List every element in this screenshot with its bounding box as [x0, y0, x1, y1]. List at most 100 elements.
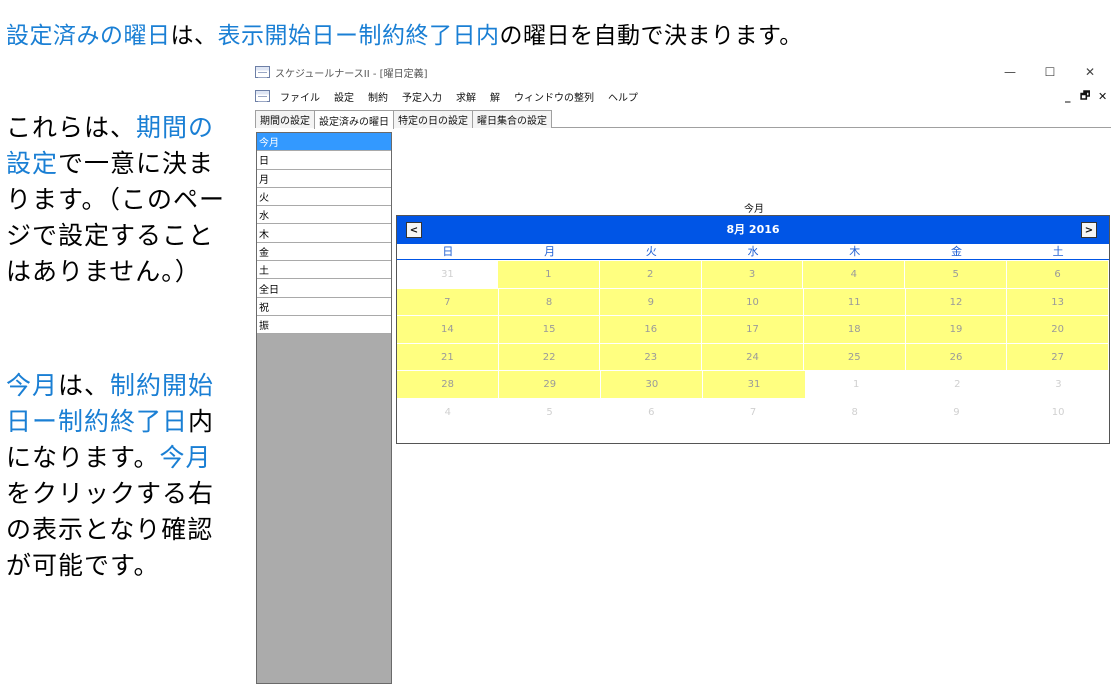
tab-3[interactable]: 特定の日の設定 [393, 110, 473, 128]
calendar-day-cell[interactable]: 17 [702, 316, 804, 344]
tab-bar: 期間の設定 設定済みの曜日 特定の日の設定 曜日集合の設定 [255, 110, 1111, 129]
maximize-button[interactable]: ☐ [1030, 61, 1070, 83]
calendar-day-cell[interactable]: 8 [498, 288, 601, 317]
calendar-day-cell[interactable]: 26 [905, 343, 1008, 372]
calendar-day-cell[interactable]: 5 [905, 261, 1008, 289]
calendar-day-cell[interactable]: 20 [1007, 316, 1110, 344]
calendar-day-cell[interactable]: 10 [702, 288, 804, 317]
calendar-day-cell[interactable]: 21 [397, 343, 499, 372]
app-icon [255, 66, 270, 78]
calendar-day-cell[interactable]: 1 [497, 261, 600, 289]
menu-item[interactable]: 設定 [334, 89, 354, 104]
weekday-header: 金 [905, 244, 1008, 260]
calendar-day-cell[interactable]: 3 [1008, 371, 1109, 399]
weekday-header: 木 [803, 244, 906, 260]
list-item[interactable]: 土 [257, 261, 391, 280]
list-item[interactable]: 水 [257, 206, 391, 225]
list-item[interactable]: 全日 [257, 279, 391, 298]
calendar-day-cell[interactable]: 28 [397, 371, 500, 399]
document-icon[interactable] [255, 90, 270, 102]
list-item[interactable]: 日 [257, 151, 391, 170]
list-item[interactable]: 月 [257, 169, 391, 188]
calendar-day-cell[interactable]: 27 [1007, 343, 1110, 372]
menu-item[interactable]: ファイル [280, 89, 320, 104]
calendar-day-cell[interactable]: 29 [499, 371, 602, 399]
calendar-day-cell[interactable]: 10 [1007, 399, 1109, 427]
calendar-month-label: 8月 2016 [726, 223, 780, 236]
mdi-restore-button[interactable]: 🗗 [1080, 86, 1090, 106]
list-item[interactable]: 木 [257, 224, 391, 243]
calendar-day-cell[interactable]: 9 [600, 288, 703, 317]
calendar-week-row: 7 8 9 10 11 12 13 [397, 288, 1110, 317]
calendar-day-cell[interactable]: 2 [599, 261, 702, 289]
calendar-day-cell[interactable]: 18 [803, 316, 906, 344]
calendar-header: 8月 2016 < > [397, 216, 1109, 244]
calendar-day-cell[interactable]: 7 [702, 399, 804, 427]
calendar-day-cell[interactable]: 15 [498, 316, 601, 344]
calendar-day-cell[interactable]: 24 [702, 343, 804, 372]
calendar-day-cell[interactable]: 19 [905, 316, 1008, 344]
calendar-day-cell[interactable]: 11 [803, 288, 906, 317]
calendar-day-cell[interactable]: 1 [806, 371, 907, 399]
calendar-day-cell[interactable]: 4 [803, 261, 906, 289]
calendar-week-row: 28 29 30 31 1 2 3 [397, 371, 1109, 399]
calendar-day-cell[interactable]: 6 [600, 399, 702, 427]
calendar-day-cell[interactable]: 16 [600, 316, 703, 344]
note2-segment: をクリックする右の表示となり確認が可能です。 [6, 479, 215, 580]
menu-item[interactable]: 予定入力 [402, 89, 442, 104]
note2-segment: 今月 [6, 371, 59, 400]
calendar-day-cell[interactable]: 9 [906, 399, 1008, 427]
headline-text: 設定済みの曜日は、表示開始日ー制約終了日内の曜日を自動で決まります。 [6, 16, 803, 50]
prev-month-button[interactable]: < [406, 222, 422, 238]
window-title: スケジュールナースII - [曜日定義] [275, 68, 428, 80]
calendar-day-cell[interactable]: 31 [703, 371, 806, 399]
note1-segment: これらは、 [6, 113, 137, 142]
calendar-day-cell[interactable]: 22 [498, 343, 601, 372]
calendar-week-row: 31 1 2 3 4 5 6 [397, 261, 1110, 289]
tab-1[interactable]: 期間の設定 [255, 110, 315, 128]
calendar-day-cell[interactable]: 23 [600, 343, 703, 372]
list-item[interactable]: 金 [257, 242, 391, 262]
menu-item[interactable]: 制約 [368, 89, 388, 104]
list-item[interactable]: 祝 [257, 297, 391, 316]
headline-segment: は、 [170, 23, 218, 49]
tab-4[interactable]: 曜日集合の設定 [472, 110, 552, 128]
calendar-week-row: 21 22 23 24 25 26 27 [397, 343, 1110, 372]
calendar-day-cell[interactable]: 4 [397, 399, 499, 427]
list-item[interactable]: 火 [257, 187, 391, 207]
calendar-day-cell[interactable]: 7 [397, 288, 499, 317]
calendar-day-cell[interactable]: 6 [1007, 261, 1110, 289]
weekday-header: 火 [600, 244, 703, 260]
headline-segment: 設定済みの曜日 [6, 23, 171, 49]
menu-bar: ファイル 設定 制約 予定入力 求解解ウィンドウの整列 ヘルプ [252, 86, 1111, 106]
calendar-day-cell[interactable]: 14 [397, 316, 499, 344]
menu-item[interactable]: ウィンドウの整列 [514, 89, 594, 104]
tab-2[interactable]: 設定済みの曜日 [314, 110, 394, 129]
note-current-month: 今月は、制約開始日ー制約終了日内になります。今月をクリックする右の表示となり確認… [6, 368, 236, 584]
headline-segment: 表示開始日ー制約終了日内 [217, 23, 500, 49]
list-item[interactable]: 今月 [257, 133, 391, 152]
menu-item[interactable]: 解 [490, 89, 500, 104]
calendar-day-cell[interactable]: 8 [804, 399, 906, 427]
mdi-close-button[interactable]: ✕ [1098, 86, 1107, 106]
calendar-day-cell[interactable]: 3 [701, 261, 804, 289]
menu-item[interactable]: 求解 [456, 89, 476, 104]
calendar-caption: 今月 [744, 204, 764, 215]
minimize-button[interactable]: — [990, 61, 1030, 83]
headline-segment: の曜日を自動で決まります。 [499, 23, 803, 49]
calendar-day-cell[interactable]: 5 [499, 399, 601, 427]
calendar-grid: 31 1 2 3 4 5 6 7 8 9 10 11 12 13 14 15 16 17 18 19 20 21 22 23 2… [397, 261, 1110, 427]
calendar-day-cell[interactable]: 30 [601, 371, 704, 399]
menu-item[interactable]: ヘルプ [608, 89, 638, 104]
close-button[interactable]: ✕ [1070, 61, 1110, 83]
weekday-list: 今月日月火水木金土全日祝振 [256, 132, 392, 684]
list-item[interactable]: 振 [257, 315, 391, 335]
mdi-minimize-button[interactable]: _ [1065, 86, 1071, 106]
next-month-button[interactable]: > [1081, 222, 1097, 238]
calendar-day-cell[interactable]: 25 [803, 343, 906, 372]
calendar-day-cell[interactable]: 13 [1007, 288, 1110, 317]
calendar-day-cell[interactable]: 12 [905, 288, 1008, 317]
app-window: スケジュールナースII - [曜日定義] — ☐ ✕ ファイル 設定 制約 予定入力求… [252, 61, 1111, 687]
calendar-day-cell[interactable]: 31 [397, 261, 498, 289]
calendar-day-cell[interactable]: 2 [907, 371, 1008, 399]
